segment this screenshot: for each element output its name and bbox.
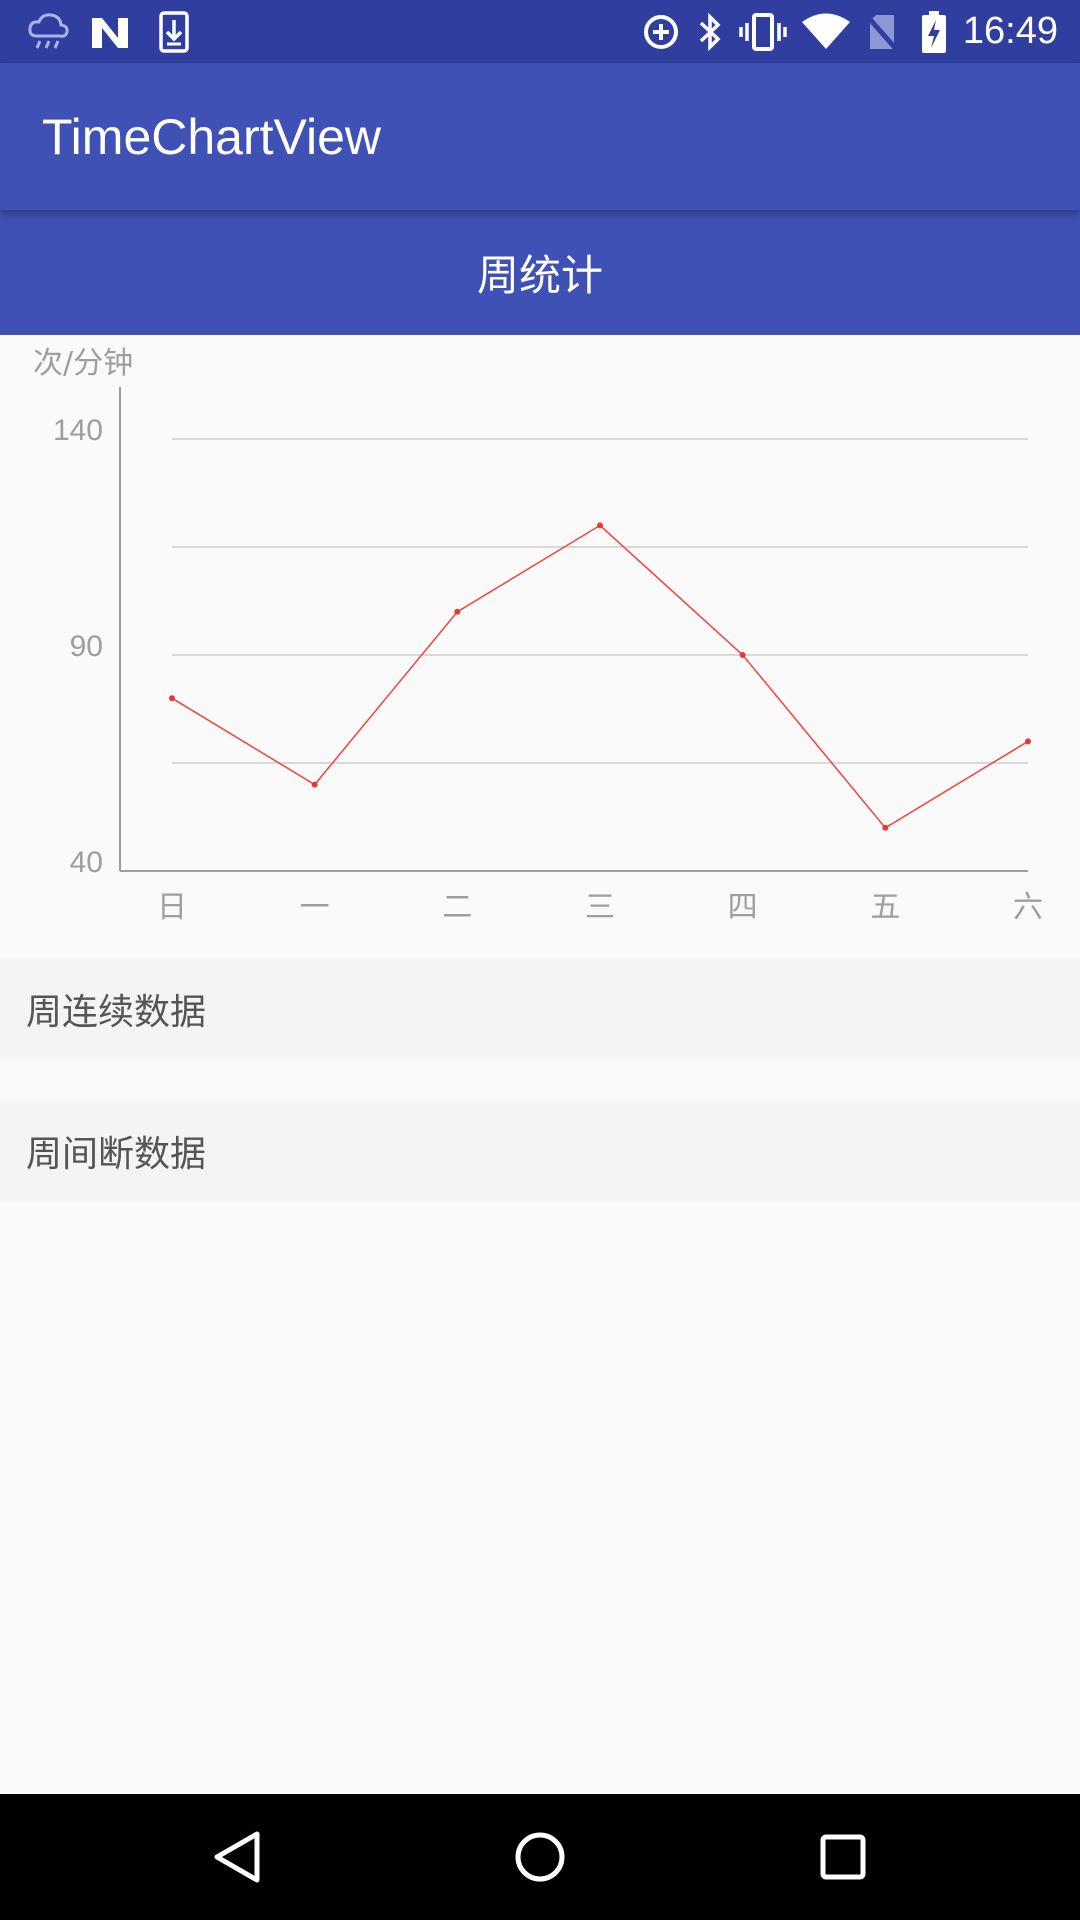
- status-bar: 16:49: [0, 0, 1080, 63]
- no-sim-icon: [862, 0, 902, 63]
- y-tick-label: 140: [53, 414, 103, 447]
- data-point: [882, 824, 889, 831]
- download-icon: [156, 0, 192, 63]
- app-title: TimeChartView: [42, 108, 381, 165]
- x-tick-label: 五: [870, 890, 900, 925]
- n-logo-icon: [88, 0, 132, 63]
- wifi-icon: [800, 0, 852, 63]
- y-tick-label: 40: [70, 846, 103, 879]
- data-point: [597, 522, 603, 529]
- week-line-chart: 次/分钟 140 90 40 日 一 二 三 四 五 六: [0, 335, 1080, 957]
- x-tick-label: 日: [157, 890, 187, 925]
- week-stats-title: 周统计: [476, 251, 603, 300]
- data-saver-icon: [640, 0, 682, 63]
- y-axis-unit-label: 次/分钟: [33, 346, 133, 381]
- data-point: [169, 695, 175, 702]
- data-point: [1025, 738, 1031, 745]
- x-tick-label: 二: [442, 890, 472, 925]
- list-item-intermittent-label: 周间断数据: [26, 1134, 207, 1175]
- list-item-continuous-label: 周连续数据: [26, 992, 207, 1033]
- data-point: [311, 781, 318, 788]
- list-item-continuous[interactable]: 周连续数据: [0, 958, 1080, 1060]
- series-line: [171, 524, 1029, 829]
- x-tick-label: 六: [1013, 890, 1043, 925]
- data-point: [739, 652, 746, 658]
- y-tick-label: 90: [70, 630, 103, 663]
- bluetooth-icon: [694, 0, 726, 63]
- week-stats-header: 周统计: [0, 210, 1080, 335]
- x-tick-label: 三: [585, 890, 615, 925]
- data-point: [454, 608, 461, 615]
- chart-svg: 次/分钟 140 90 40 日 一 二 三 四 五 六: [33, 346, 1043, 925]
- back-icon[interactable]: [177, 1794, 297, 1920]
- x-tick-label: 四: [728, 890, 758, 925]
- home-icon[interactable]: [480, 1794, 600, 1920]
- list-item-intermittent[interactable]: 周间断数据: [0, 1100, 1080, 1202]
- nav-bar: [0, 1794, 1080, 1920]
- recents-icon[interactable]: [783, 1794, 903, 1920]
- app-bar: TimeChartView: [0, 63, 1080, 210]
- cloud-rain-icon: [24, 0, 72, 63]
- vibrate-icon: [738, 0, 788, 63]
- x-tick-label: 一: [300, 890, 330, 925]
- battery-charging-icon: [918, 0, 950, 63]
- status-clock: 16:49: [962, 10, 1058, 52]
